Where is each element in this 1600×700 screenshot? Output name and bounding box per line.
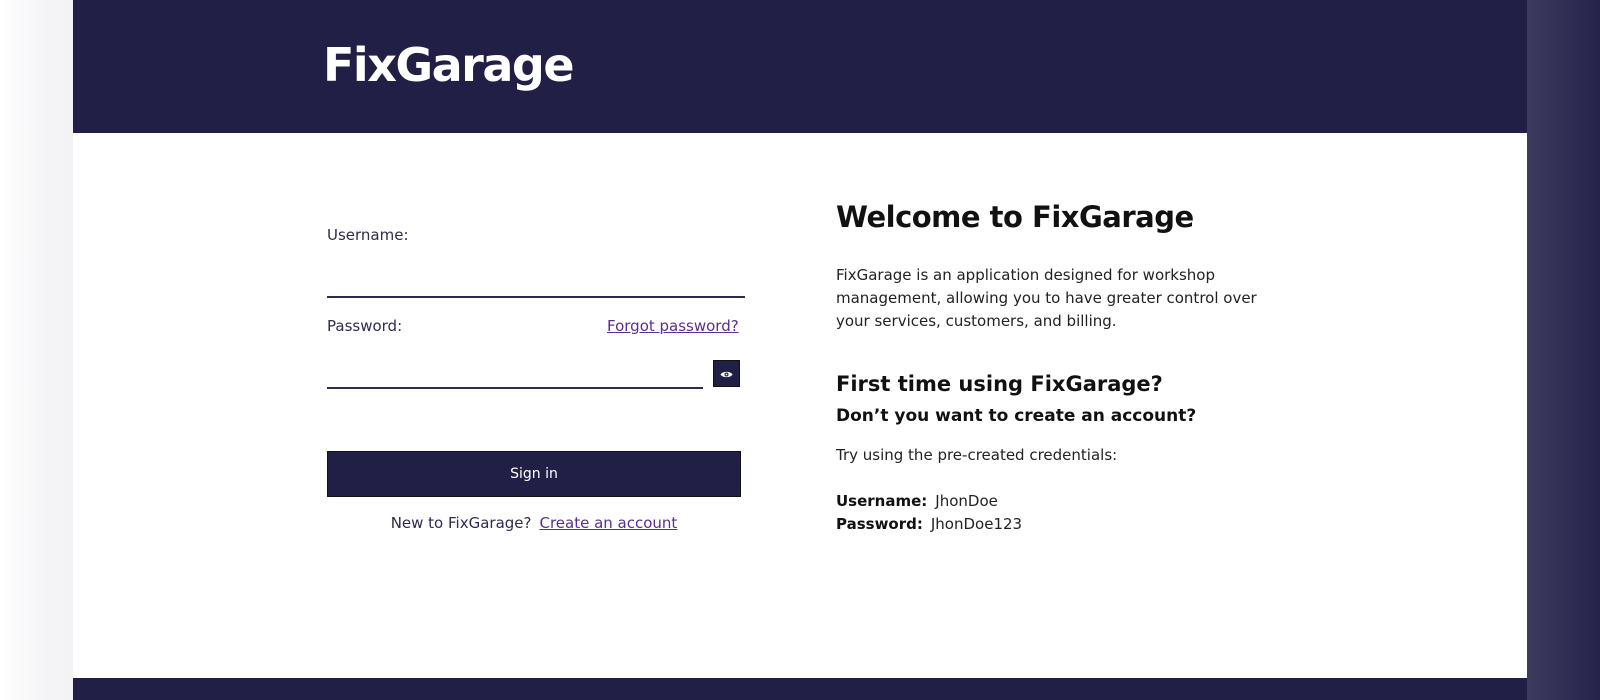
header-bar: FixGarage: [73, 0, 1527, 133]
new-user-row: New to FixGarage? Create an account: [327, 514, 741, 532]
new-user-text: New to FixGarage?: [390, 514, 532, 532]
footer-bar: [73, 678, 1527, 700]
credential-username-value: JhonDoe: [935, 492, 998, 510]
sign-in-button[interactable]: Sign in: [327, 451, 741, 497]
username-label: Username:: [327, 226, 409, 244]
first-time-heading: First time using FixGarage?: [836, 372, 1163, 396]
password-label: Password:: [327, 317, 403, 335]
try-credentials-text: Try using the pre-created credentials:: [836, 446, 1118, 464]
credential-password-key: Password:: [836, 515, 923, 533]
create-account-link[interactable]: Create an account: [539, 514, 677, 532]
credential-password-value: JhonDoe123: [930, 515, 1023, 533]
eye-icon: [720, 364, 733, 383]
credential-password-row: Password: JhonDoe123: [836, 515, 1022, 533]
welcome-title: Welcome to FixGarage: [836, 200, 1194, 234]
app-frame: FixGarage Username: Password: Forgot pas…: [73, 0, 1527, 700]
create-account-prompt: Don’t you want to create an account?: [836, 406, 1197, 426]
password-input[interactable]: [327, 359, 703, 389]
credential-username-row: Username: JhonDoe: [836, 492, 998, 510]
logo[interactable]: FixGarage: [323, 34, 575, 96]
username-input[interactable]: [327, 268, 745, 298]
show-password-button[interactable]: [713, 360, 740, 387]
forgot-password-link[interactable]: Forgot password?: [607, 317, 739, 335]
welcome-description: FixGarage is an application designed for…: [836, 266, 1257, 330]
credential-username-key: Username:: [836, 492, 928, 510]
